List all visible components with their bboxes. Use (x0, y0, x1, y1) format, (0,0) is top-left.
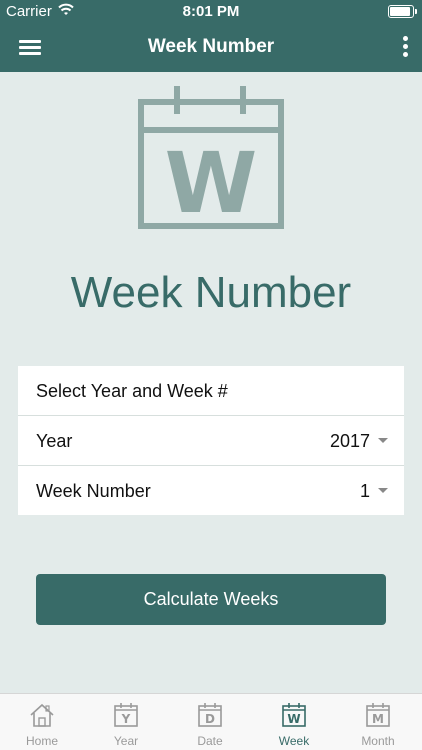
chevron-down-icon (378, 438, 388, 443)
page-title: Week Number (70, 268, 352, 317)
year-label: Year (36, 431, 73, 451)
tab-date[interactable]: D Date (168, 694, 252, 750)
more-options-icon[interactable] (398, 34, 412, 60)
calendar-week-icon: W (138, 86, 284, 232)
tab-month-label: Month (361, 734, 395, 748)
year-value: 2017 (329, 431, 370, 451)
tab-home[interactable]: Home (0, 694, 84, 750)
chevron-down-icon (378, 488, 388, 493)
week-number-value: 1 (359, 481, 370, 501)
tab-year-letter: Y (121, 712, 131, 726)
tab-home-label: Home (25, 734, 58, 748)
calendar-month-icon: M (366, 703, 390, 727)
tab-week-letter: W (287, 712, 300, 726)
nav-bar: Week Number (0, 22, 422, 72)
status-time: 8:01 PM (182, 3, 240, 20)
tab-week-label: Week (278, 734, 310, 748)
form-header: Select Year and Week # (18, 366, 404, 416)
tab-month-letter: M (372, 712, 384, 726)
status-bar: Carrier 8:01 PM (0, 0, 422, 22)
week-selection-card: Select Year and Week # Year 2017 Week Nu… (18, 366, 404, 515)
tab-date-letter: D (205, 712, 215, 726)
tab-bar: Home Y Year D Date W Week M Month (0, 693, 422, 750)
calendar-letter: W (165, 134, 258, 232)
tab-week[interactable]: W Week (252, 694, 336, 750)
calculate-weeks-button[interactable]: Calculate Weeks (36, 574, 386, 625)
calendar-week-icon: W (282, 703, 306, 727)
calendar-year-icon: Y (114, 703, 138, 727)
tab-month[interactable]: M Month (336, 694, 420, 750)
tab-year[interactable]: Y Year (84, 694, 168, 750)
tab-year-label: Year (113, 734, 139, 748)
home-icon (30, 703, 54, 727)
calendar-date-icon: D (198, 703, 222, 727)
nav-title: Week Number (147, 36, 275, 57)
week-number-label: Week Number (36, 481, 151, 501)
week-number-select[interactable]: Week Number 1 (18, 466, 404, 515)
year-select[interactable]: Year 2017 (18, 416, 404, 466)
tab-date-label: Date (197, 734, 223, 748)
form-header-label: Select Year and Week # (36, 381, 228, 401)
battery-icon (388, 5, 417, 18)
